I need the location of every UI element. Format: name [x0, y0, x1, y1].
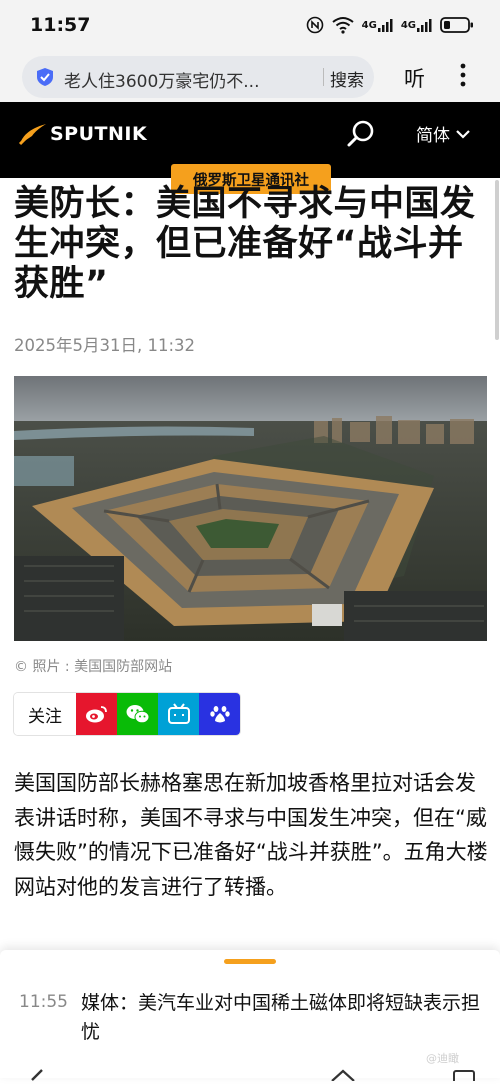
status-bar: 11:57 4G 4G	[0, 0, 500, 50]
home-icon[interactable]	[330, 1066, 356, 1085]
sputnik-logo-icon	[18, 124, 46, 146]
bilibili-icon	[167, 703, 190, 724]
article-photo[interactable]	[14, 376, 487, 641]
watermark: @迪瞰	[426, 1052, 459, 1065]
baidu-share-button[interactable]	[199, 693, 240, 735]
listen-button[interactable]: 听	[404, 63, 425, 93]
wifi-icon	[332, 16, 354, 34]
divider	[323, 68, 324, 86]
address-bar[interactable]: 老人住3600万豪宅仍不... 搜索	[22, 56, 374, 98]
signal-icon: 4G	[362, 17, 393, 33]
next-article-title[interactable]: 媒体：美汽车业对中国稀土磁体即将短缺表示担忧	[81, 989, 481, 1047]
language-label: 简体	[416, 126, 450, 146]
share-bar: 关注	[14, 693, 240, 735]
network-label: 4G	[361, 19, 377, 31]
network-label-2: 4G	[400, 19, 416, 31]
shield-icon	[36, 67, 54, 91]
nfc-icon	[306, 16, 324, 34]
logo-text: SPUTNIK	[50, 123, 148, 145]
battery-icon	[440, 16, 474, 34]
wechat-icon	[126, 705, 149, 724]
search-button[interactable]: 搜索	[330, 66, 364, 91]
article-title: 美防长：美国不寻求与中国发生冲突，但已准备好“战斗并获胜”	[14, 184, 476, 304]
more-icon[interactable]	[460, 62, 466, 92]
article-date: 2025年5月31日, 11:32	[14, 336, 196, 355]
status-icons: 4G 4G	[306, 14, 474, 36]
language-selector[interactable]: 简体	[416, 121, 470, 146]
baidu-paw-icon	[209, 706, 230, 723]
wechat-share-button[interactable]	[117, 693, 158, 735]
chevron-down-icon	[456, 129, 470, 139]
photo-caption: © 照片 : 美国国防部网站	[14, 659, 173, 675]
bilibili-share-button[interactable]	[158, 693, 199, 735]
tabs-icon[interactable]	[452, 1066, 476, 1085]
article-body: 美国国防部长赫格塞思在新加坡香格里拉对话会发表讲话时称，美国不寻求与中国发生冲突…	[14, 771, 488, 899]
scrollbar[interactable]	[495, 180, 499, 340]
next-article-time: 11:55	[19, 992, 68, 1012]
status-time: 11:57	[30, 14, 91, 36]
weibo-icon	[85, 706, 107, 723]
signal-icon-2: 4G	[401, 17, 432, 33]
next-article-panel[interactable]: 11:55 媒体：美汽车业对中国稀土磁体即将短缺表示担忧	[0, 950, 500, 1078]
follow-button[interactable]: 关注	[14, 693, 76, 735]
search-icon[interactable]	[346, 119, 376, 153]
browser-toolbar: 老人住3600万豪宅仍不... 搜索 听	[0, 50, 500, 102]
sputnik-logo[interactable]: SPUTNIK	[18, 122, 147, 146]
drag-handle[interactable]	[224, 959, 276, 964]
weibo-share-button[interactable]	[76, 693, 117, 735]
url-text[interactable]: 老人住3600万豪宅仍不...	[64, 67, 259, 92]
back-icon[interactable]	[26, 1066, 46, 1085]
